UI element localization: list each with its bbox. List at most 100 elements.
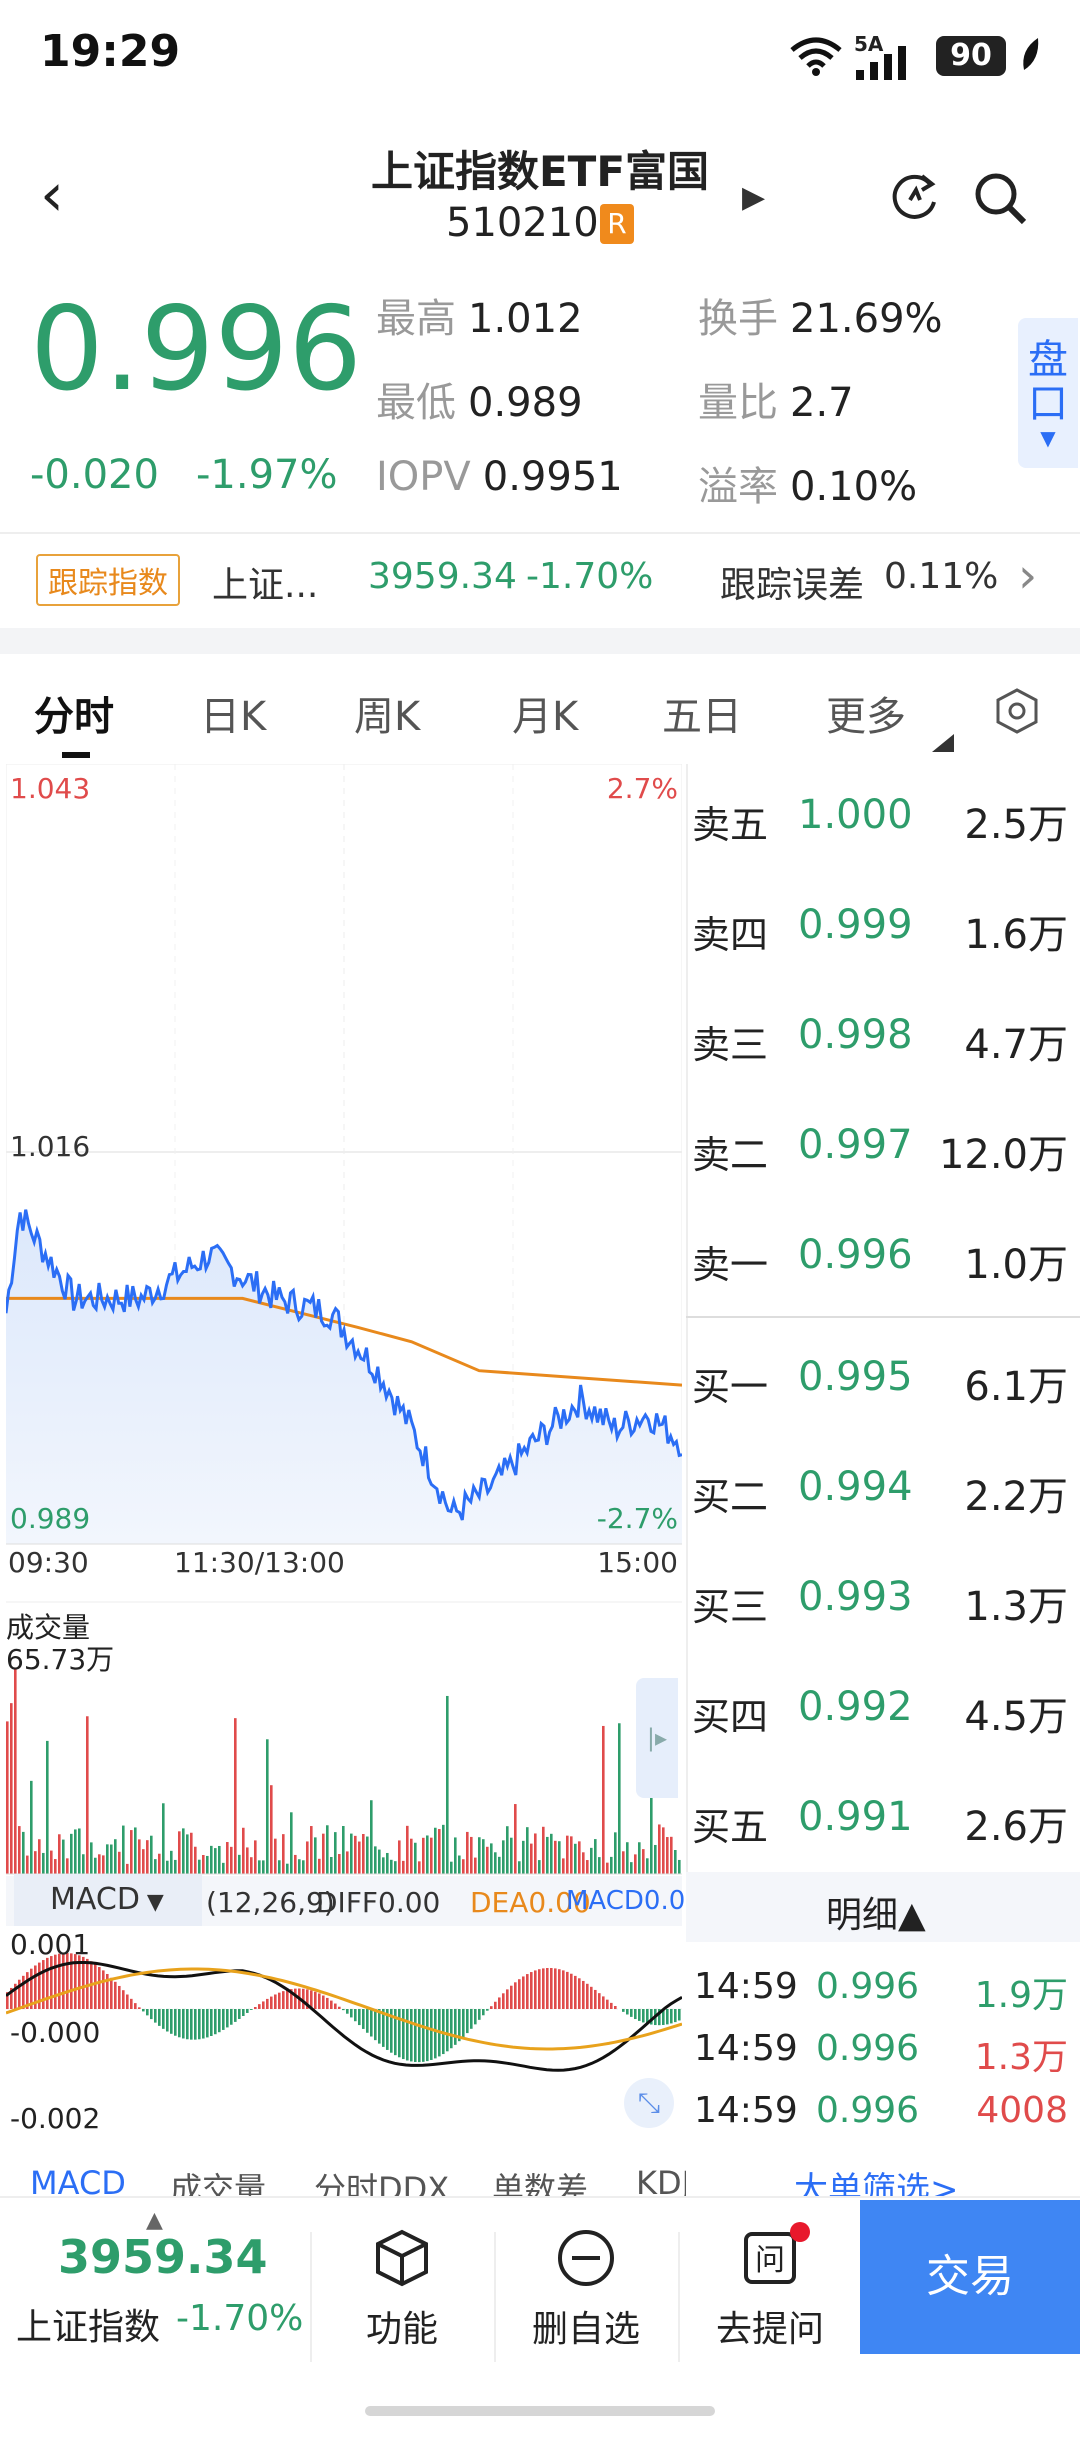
level-name: 卖一: [692, 1243, 769, 1287]
level-volume: 6.1万: [964, 1364, 1068, 1410]
volume-bar: [294, 1854, 297, 1874]
volume-bar: [678, 1859, 681, 1874]
volume-bar: [418, 1861, 421, 1874]
macd-bar: [478, 2009, 481, 2020]
minus-circle-icon: [558, 2230, 614, 2286]
macd-y-bottom: -0.002: [10, 2102, 101, 2135]
caret-down-icon: ▼: [1040, 426, 1056, 450]
ask-row[interactable]: 卖三 0.998 4.7万: [686, 984, 1080, 1094]
volume-bar: [594, 1839, 597, 1874]
macd-bar: [354, 2009, 357, 2022]
volume-bar: [150, 1835, 153, 1874]
macd-bar: [406, 2009, 409, 2061]
volume-bar: [354, 1835, 357, 1874]
volume-bar: [306, 1841, 309, 1874]
ask-row[interactable]: 卖四 0.999 1.6万: [686, 874, 1080, 984]
volume-bar: [158, 1853, 161, 1874]
bid-row[interactable]: 买四 0.992 4.5万: [686, 1656, 1080, 1766]
volume-bar: [190, 1832, 193, 1874]
tracking-row[interactable]: 跟踪指数 上证... 3959.34 -1.70% 跟踪误差 0.11% ›: [0, 536, 1080, 624]
macd-bar: [638, 2009, 641, 2021]
volume-bar: [366, 1836, 369, 1874]
macd-selector[interactable]: MACD ▼: [14, 1874, 202, 1926]
trade-button[interactable]: 交易: [860, 2200, 1080, 2354]
bid-row[interactable]: 买二 0.994 2.2万: [686, 1436, 1080, 1546]
tab-intraday[interactable]: 分时: [34, 684, 114, 742]
order-panel-toggle[interactable]: 盘口 ▼: [1018, 318, 1078, 468]
settings-hex-icon[interactable]: [992, 686, 1042, 736]
volume-bar: [546, 1836, 549, 1874]
level-volume: 4.5万: [964, 1694, 1068, 1740]
volume-bar: [250, 1857, 253, 1874]
volume-bar: [386, 1852, 389, 1874]
level-name: 卖二: [692, 1133, 769, 1177]
volume-bar: [662, 1827, 665, 1874]
macd-bar: [322, 1995, 325, 2009]
volume-bar: [286, 1863, 289, 1874]
macd-bar: [330, 2000, 333, 2009]
macd-bar: [194, 2009, 197, 2040]
refresh-icon[interactable]: [888, 170, 942, 224]
stat-low: 最低 0.989: [376, 380, 583, 426]
macd-bar: [606, 1999, 609, 2009]
macd-bar: [342, 2009, 345, 2011]
volume-bar: [90, 1842, 93, 1874]
macd-bar: [210, 2009, 213, 2036]
tracking-error: 0.11%: [884, 556, 999, 597]
macd-bar: [402, 2009, 405, 2060]
bid-row[interactable]: 买一 0.995 6.1万: [686, 1326, 1080, 1436]
macd-bar: [398, 2009, 401, 2058]
macd-bar: [414, 2009, 417, 2062]
macd-bar: [570, 1973, 573, 2009]
bottom-index-name[interactable]: 上证指数: [16, 2298, 160, 2350]
macd-bar: [450, 2009, 453, 2049]
volume-bars: [6, 1667, 685, 1874]
volume-bar: [210, 1845, 213, 1874]
macd-bar: [270, 1996, 273, 2009]
macd-bar: [242, 2009, 245, 2016]
level-volume: 2.5万: [964, 802, 1068, 848]
tab-daily-k[interactable]: 日K: [200, 684, 266, 742]
volume-bar: [442, 1824, 445, 1874]
volume-bar: [6, 1721, 9, 1874]
ask-row[interactable]: 卖五 1.000 2.5万: [686, 764, 1080, 874]
bottom-index-value[interactable]: 3959.34: [58, 2230, 268, 2284]
tab-more[interactable]: 更多: [826, 684, 906, 742]
level-price: 0.998: [798, 1012, 913, 1058]
volume-bar: [390, 1859, 393, 1874]
tracking-error-label: 跟踪误差: [720, 565, 865, 606]
volume-bar: [174, 1859, 177, 1874]
macd-bar: [542, 1968, 545, 2009]
expand-icon[interactable]: ⤡: [624, 2078, 674, 2128]
function-button[interactable]: 功能: [312, 2228, 492, 2352]
collapse-panel-icon[interactable]: |▸: [636, 1678, 678, 1798]
bid-row[interactable]: 买三 0.993 1.3万: [686, 1546, 1080, 1656]
macd-bar: [434, 2009, 437, 2059]
volume-bar: [266, 1739, 269, 1874]
stat-turnover: 换手 21.69%: [698, 296, 943, 342]
volume-bar: [194, 1846, 197, 1874]
intraday-chart[interactable]: 1.043 2.7% 1.016 0.989 -2.7% 09:30 11:30…: [4, 763, 702, 2168]
macd-bar: [410, 2009, 413, 2062]
ask-row[interactable]: 卖一 0.996 1.0万: [686, 1204, 1080, 1314]
macd-bar: [286, 1989, 289, 2009]
volume-bar: [674, 1850, 677, 1874]
volume-bar: [130, 1830, 133, 1874]
remove-watchlist-button[interactable]: 删自选: [496, 2228, 676, 2352]
home-indicator[interactable]: [365, 2406, 715, 2416]
search-icon[interactable]: [972, 170, 1032, 230]
volume-bar: [570, 1836, 573, 1874]
tab-five-day[interactable]: 五日: [662, 684, 742, 742]
notification-dot: [790, 2222, 810, 2242]
tab-weekly-k[interactable]: 周K: [354, 684, 420, 742]
ask-row[interactable]: 卖二 0.997 12.0万: [686, 1094, 1080, 1204]
macd-bar: [422, 2009, 425, 2062]
detail-title[interactable]: 明细▲: [826, 1886, 926, 1938]
tab-monthly-k[interactable]: 月K: [512, 684, 578, 742]
bid-row[interactable]: 买五 0.991 2.6万: [686, 1766, 1080, 1876]
ask-question-button[interactable]: 问 去提问: [680, 2222, 860, 2352]
play-icon[interactable]: ▶: [742, 180, 765, 215]
volume-bar: [486, 1846, 489, 1874]
macd-bar: [250, 2009, 253, 2010]
volume-bar: [74, 1829, 77, 1874]
